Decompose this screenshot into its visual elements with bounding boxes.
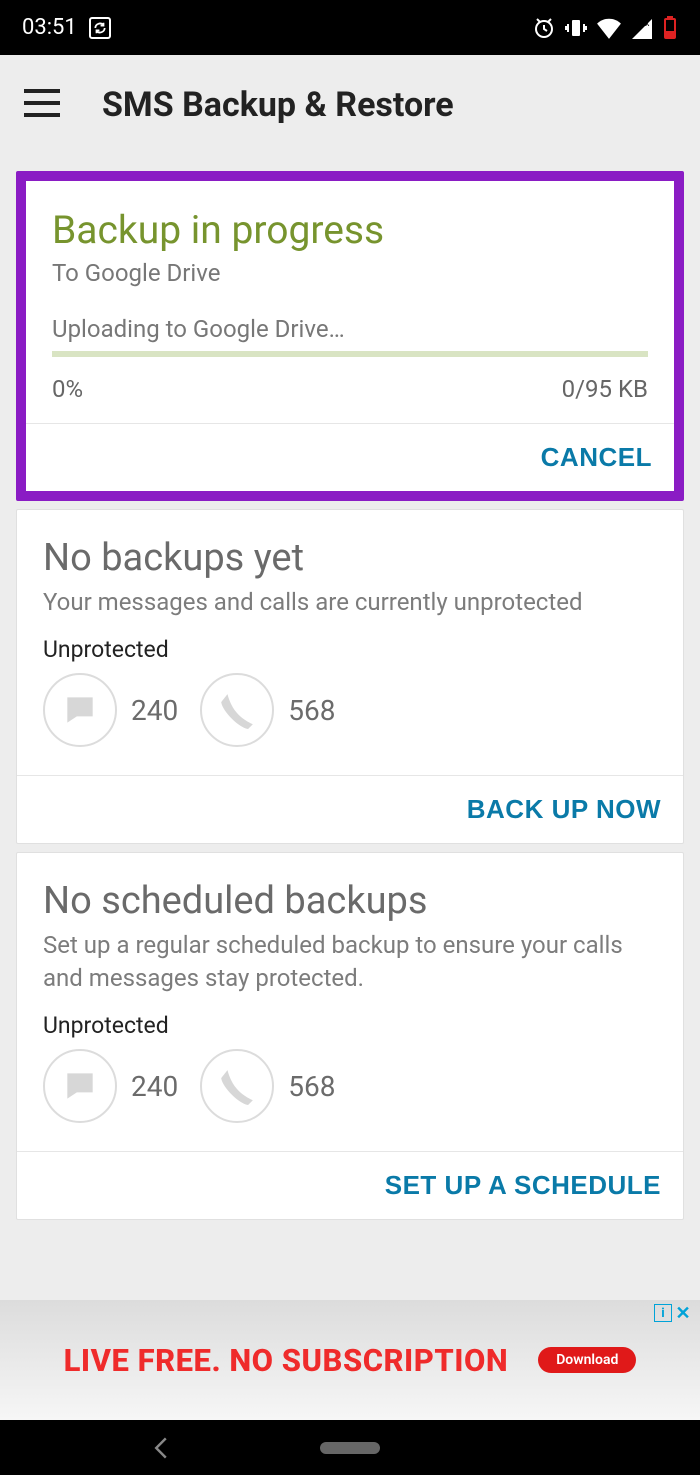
progress-bar bbox=[52, 351, 648, 357]
nav-back-icon[interactable] bbox=[152, 1436, 170, 1460]
wifi-icon bbox=[596, 17, 622, 39]
app-bar: SMS Backup & Restore bbox=[0, 55, 700, 155]
backups-desc: Your messages and calls are currently un… bbox=[43, 586, 657, 618]
menu-icon[interactable] bbox=[24, 89, 60, 121]
calls-stat: 568 bbox=[200, 673, 335, 747]
progress-status: Uploading to Google Drive… bbox=[52, 315, 648, 343]
cancel-button[interactable]: CANCEL bbox=[541, 442, 652, 473]
phone-icon bbox=[200, 1049, 274, 1123]
schedule-label: Unprotected bbox=[43, 1012, 657, 1039]
backup-now-button[interactable]: BACK UP NOW bbox=[467, 794, 661, 825]
backup-progress-card: Backup in progress To Google Drive Uploa… bbox=[16, 171, 684, 501]
progress-percent: 0% bbox=[52, 375, 83, 403]
progress-title: Backup in progress bbox=[52, 207, 648, 253]
alarm-icon bbox=[532, 16, 556, 40]
messages-count: 240 bbox=[131, 694, 178, 727]
message-icon bbox=[43, 673, 117, 747]
calls-count: 568 bbox=[288, 694, 335, 727]
ad-close-icon[interactable]: ✕ bbox=[674, 1304, 692, 1322]
svg-text:x: x bbox=[645, 19, 650, 29]
schedule-messages-stat: 240 bbox=[43, 1049, 178, 1123]
backups-title: No backups yet bbox=[43, 536, 657, 580]
progress-destination: To Google Drive bbox=[52, 259, 648, 287]
system-nav-bar bbox=[0, 1420, 700, 1475]
schedule-desc: Set up a regular scheduled backup to ens… bbox=[43, 929, 657, 994]
messages-stat: 240 bbox=[43, 673, 178, 747]
app-title: SMS Backup & Restore bbox=[102, 85, 454, 125]
sync-icon bbox=[89, 17, 111, 39]
backups-card: No backups yet Your messages and calls a… bbox=[16, 509, 684, 844]
battery-icon bbox=[662, 16, 678, 40]
message-icon bbox=[43, 1049, 117, 1123]
schedule-calls-count: 568 bbox=[288, 1070, 335, 1103]
backups-label: Unprotected bbox=[43, 636, 657, 663]
ad-download-button[interactable]: Download bbox=[538, 1347, 636, 1373]
ad-banner[interactable]: i ✕ LIVE FREE. NO SUBSCRIPTION Download bbox=[0, 1300, 700, 1420]
schedule-card: No scheduled backups Set up a regular sc… bbox=[16, 852, 684, 1220]
ad-info-icon[interactable]: i bbox=[654, 1304, 672, 1322]
ad-badges[interactable]: i ✕ bbox=[654, 1304, 692, 1322]
status-icons: x bbox=[532, 16, 678, 40]
ad-text: LIVE FREE. NO SUBSCRIPTION bbox=[64, 1342, 509, 1379]
vibrate-icon bbox=[564, 16, 588, 40]
schedule-calls-stat: 568 bbox=[200, 1049, 335, 1123]
status-bar: 03:51 x bbox=[0, 0, 700, 55]
signal-icon: x bbox=[630, 17, 654, 39]
schedule-title: No scheduled backups bbox=[43, 879, 657, 923]
status-time: 03:51 bbox=[22, 15, 77, 40]
progress-bytes: 0/95 KB bbox=[562, 375, 648, 403]
setup-schedule-button[interactable]: SET UP A SCHEDULE bbox=[385, 1170, 661, 1201]
schedule-messages-count: 240 bbox=[131, 1070, 178, 1103]
nav-home-pill[interactable] bbox=[320, 1442, 380, 1454]
phone-icon bbox=[200, 673, 274, 747]
